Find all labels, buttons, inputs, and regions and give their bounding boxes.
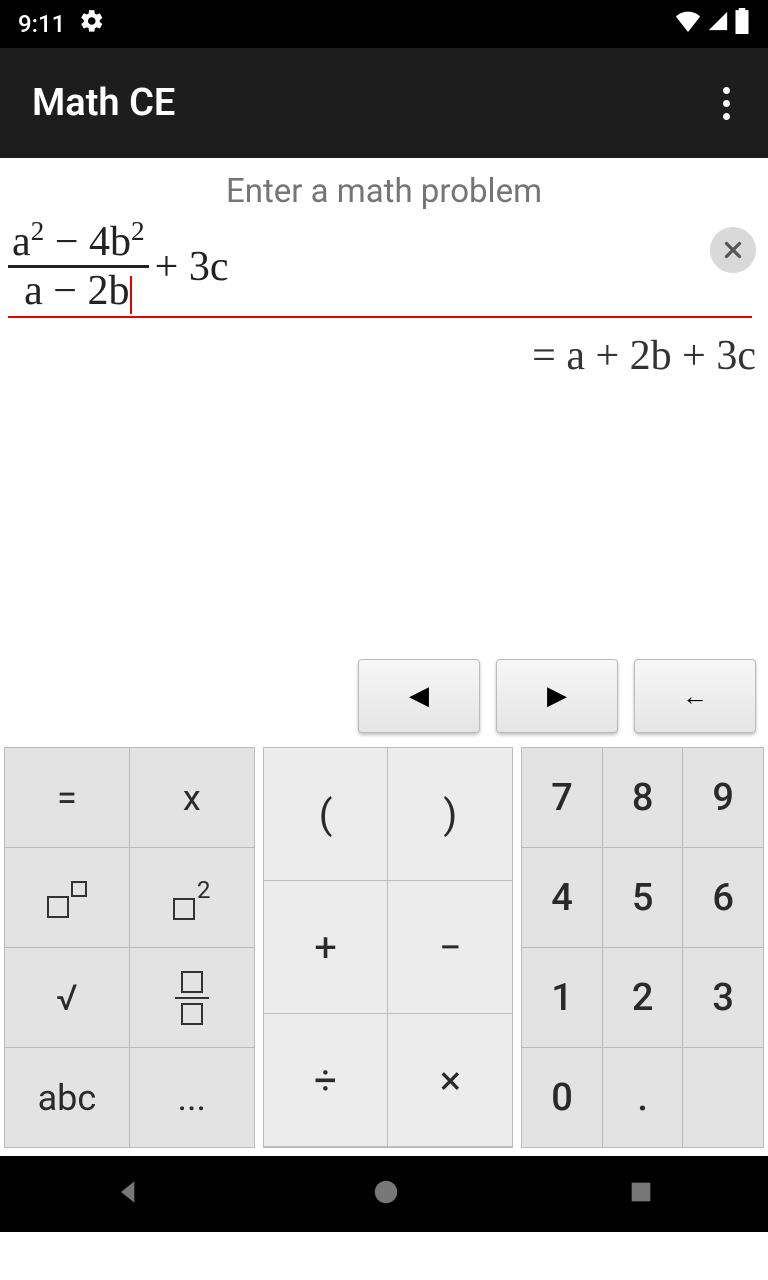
- key-plus[interactable]: +: [264, 881, 388, 1013]
- key-x[interactable]: x: [130, 748, 254, 847]
- gear-icon: [79, 8, 105, 40]
- cursor-left-button[interactable]: ◀: [358, 659, 480, 733]
- key-lparen[interactable]: (: [264, 748, 388, 880]
- key-3[interactable]: 3: [683, 948, 763, 1047]
- cell-icon: [706, 10, 730, 38]
- expression-row[interactable]: a2 − 4b2 a − 2b + 3c: [0, 219, 768, 318]
- nav-back-icon[interactable]: [113, 1176, 145, 1212]
- battery-icon: [734, 8, 750, 40]
- key-abc[interactable]: abc: [5, 1048, 129, 1147]
- clear-button[interactable]: [710, 227, 756, 273]
- key-6[interactable]: 6: [683, 848, 763, 947]
- wifi-icon: [674, 10, 702, 38]
- key-power[interactable]: [5, 848, 129, 947]
- overflow-menu-icon[interactable]: [713, 77, 740, 130]
- app-title: Math CE: [32, 81, 175, 125]
- nav-home-icon[interactable]: [371, 1177, 401, 1211]
- key-rparen[interactable]: ): [388, 748, 512, 880]
- status-time: 9:11: [18, 10, 65, 38]
- math-expression[interactable]: a2 − 4b2 a − 2b + 3c: [8, 219, 752, 314]
- cursor-nav-row: ◀ ▶ ←: [0, 649, 768, 747]
- key-dot[interactable]: .: [603, 1048, 683, 1147]
- main-content: Enter a math problem a2 − 4b2 a − 2b + 3…: [0, 158, 768, 1156]
- number-panel: 7 8 9 4 5 6 1 2 3 0 .: [521, 747, 764, 1148]
- status-bar: 9:11: [0, 0, 768, 48]
- symbol-panel: = x 2 √ abc ...: [4, 747, 255, 1148]
- key-4[interactable]: 4: [522, 848, 602, 947]
- app-bar: Math CE: [0, 48, 768, 158]
- key-7[interactable]: 7: [522, 748, 602, 847]
- nav-recent-icon[interactable]: [627, 1178, 655, 1210]
- key-minus[interactable]: −: [388, 881, 512, 1013]
- key-square[interactable]: 2: [130, 848, 254, 947]
- key-equals[interactable]: =: [5, 748, 129, 847]
- key-0[interactable]: 0: [522, 1048, 602, 1147]
- key-blank[interactable]: [683, 1048, 763, 1147]
- cursor-right-button[interactable]: ▶: [496, 659, 618, 733]
- keypad: = x 2 √ abc ... ( ) + − ÷ × 7 8: [0, 747, 768, 1156]
- key-fraction[interactable]: [130, 948, 254, 1047]
- android-nav-bar: [0, 1156, 768, 1232]
- prompt-label: Enter a math problem: [0, 158, 768, 219]
- key-multiply[interactable]: ×: [388, 1014, 512, 1146]
- key-more[interactable]: ...: [130, 1048, 254, 1147]
- operator-panel: ( ) + − ÷ ×: [263, 747, 514, 1148]
- key-8[interactable]: 8: [603, 748, 683, 847]
- key-divide[interactable]: ÷: [264, 1014, 388, 1146]
- backspace-button[interactable]: ←: [634, 659, 756, 733]
- key-sqrt[interactable]: √: [5, 948, 129, 1047]
- key-2[interactable]: 2: [603, 948, 683, 1047]
- key-9[interactable]: 9: [683, 748, 763, 847]
- key-1[interactable]: 1: [522, 948, 602, 1047]
- result-display: = a + 2b + 3c: [0, 318, 768, 380]
- key-5[interactable]: 5: [603, 848, 683, 947]
- text-cursor: [130, 276, 132, 314]
